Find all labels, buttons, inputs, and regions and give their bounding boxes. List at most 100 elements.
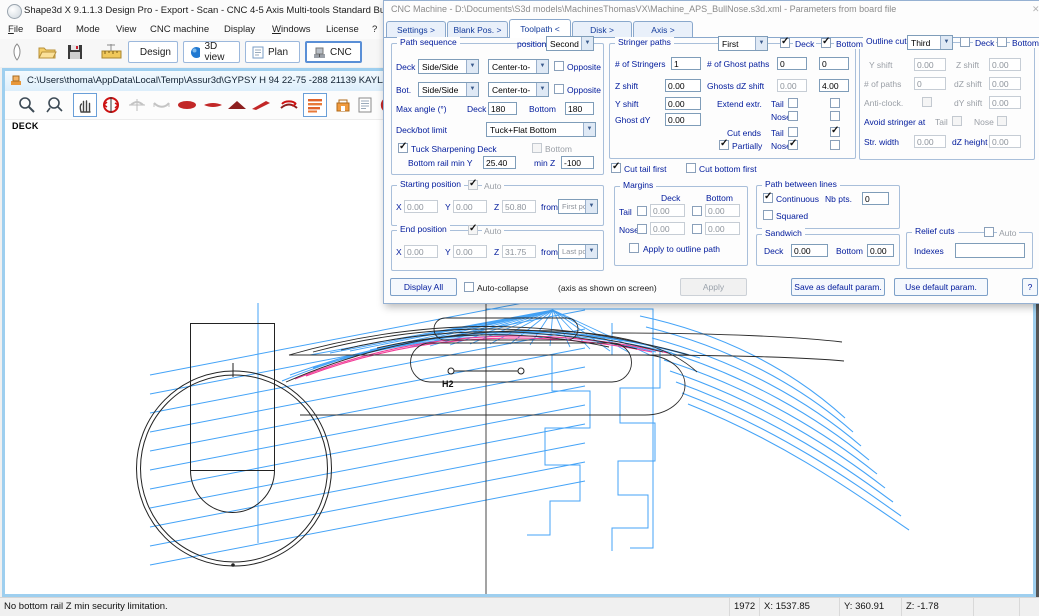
limit-select[interactable]: Tuck+Flat Bottom▼: [486, 122, 596, 137]
rail-min-y-field[interactable]: [483, 156, 516, 169]
thickness-view-icon[interactable]: [225, 93, 249, 117]
dz-height-field[interactable]: [989, 135, 1021, 148]
anticlock-checkbox[interactable]: [922, 97, 932, 107]
new-board-icon[interactable]: [6, 42, 28, 62]
help-button[interactable]: ?: [1022, 278, 1038, 296]
spec-sheet-icon[interactable]: [353, 93, 377, 117]
tuck-sharpening-checkbox[interactable]: [398, 143, 408, 153]
ghost-dz-bottom-field[interactable]: [819, 79, 849, 92]
relief-auto-checkbox[interactable]: [984, 227, 994, 237]
start-y-field[interactable]: [453, 200, 487, 213]
start-z-field[interactable]: [502, 200, 536, 213]
cut-tail-deck-checkbox[interactable]: [788, 127, 798, 137]
measure-icon[interactable]: [100, 42, 122, 62]
end-auto-checkbox[interactable]: [468, 225, 478, 235]
menu-view[interactable]: View: [116, 24, 136, 35]
menu-board[interactable]: Board: [36, 24, 61, 35]
extend-tail-bottom-checkbox[interactable]: [830, 98, 840, 108]
outline-paths-field[interactable]: [914, 77, 946, 90]
flip-vertical-icon[interactable]: [149, 93, 173, 117]
menu-help[interactable]: ?: [372, 24, 377, 35]
rotate-board-icon[interactable]: [277, 93, 301, 117]
cut-nose-deck-checkbox[interactable]: [788, 140, 798, 150]
position-select[interactable]: Second▼: [546, 36, 594, 51]
nb-pts-field[interactable]: [862, 192, 889, 205]
min-z-field[interactable]: [561, 156, 594, 169]
use-default-button[interactable]: Use default param.: [894, 278, 988, 296]
menu-cnc-machine[interactable]: CNC machine: [150, 24, 209, 35]
margin-nose-bottom-checkbox[interactable]: [692, 224, 702, 234]
outline-bottom-checkbox[interactable]: [997, 37, 1007, 47]
open-folder-icon[interactable]: [36, 42, 58, 62]
apply-outline-checkbox[interactable]: [629, 243, 639, 253]
bot-opposite-checkbox[interactable]: [554, 84, 564, 94]
tab-disk[interactable]: Disk >: [572, 21, 632, 37]
rocker-view-icon[interactable]: [249, 93, 273, 117]
end-z-field[interactable]: [502, 245, 536, 258]
y-shift-field[interactable]: [665, 97, 701, 110]
max-angle-bottom-field[interactable]: [565, 102, 594, 115]
outline-order-select[interactable]: Third▼: [907, 35, 953, 50]
rotate-view-icon[interactable]: [99, 93, 123, 117]
ghost-paths-bottom-field[interactable]: [819, 57, 849, 70]
start-from-select[interactable]: First point▼: [558, 199, 598, 214]
outline-dz-shift-field[interactable]: [989, 77, 1021, 90]
margin-tail-deck-checkbox[interactable]: [637, 206, 647, 216]
outline-view-icon[interactable]: [175, 93, 199, 117]
cut-tail-first-checkbox[interactable]: [611, 163, 621, 173]
slices-view-icon[interactable]: [303, 93, 327, 117]
avoid-nose-checkbox[interactable]: [997, 116, 1007, 126]
outline-deck-checkbox[interactable]: [960, 37, 970, 47]
zoom-out-icon[interactable]: [43, 93, 67, 117]
sandwich-bottom-field[interactable]: [867, 244, 894, 257]
extend-tail-deck-checkbox[interactable]: [788, 98, 798, 108]
stringer-order-select[interactable]: First▼: [718, 36, 768, 51]
margin-nose-deck-checkbox[interactable]: [637, 224, 647, 234]
deck-opposite-checkbox[interactable]: [554, 61, 564, 71]
margin-tail-bottom-checkbox[interactable]: [692, 206, 702, 216]
menu-mode[interactable]: Mode: [76, 24, 100, 35]
3d-view-button[interactable]: 3D view: [183, 41, 240, 63]
menu-file[interactable]: File: [8, 24, 23, 35]
menu-license[interactable]: License: [326, 24, 359, 35]
design-button[interactable]: Design: [128, 41, 178, 63]
plan-button[interactable]: Plan: [245, 41, 300, 63]
avoid-tail-checkbox[interactable]: [952, 116, 962, 126]
ghost-paths-deck-field[interactable]: [777, 57, 807, 70]
stringer-deck-checkbox[interactable]: [780, 38, 790, 48]
margin-nose-bottom-field[interactable]: [705, 222, 740, 235]
extend-nose-deck-checkbox[interactable]: [788, 111, 798, 121]
apply-button[interactable]: Apply: [680, 278, 747, 296]
start-x-field[interactable]: [404, 200, 438, 213]
z-shift-field[interactable]: [665, 79, 701, 92]
menu-display[interactable]: Display: [224, 24, 255, 35]
cnc-button[interactable]: CNC: [305, 41, 362, 63]
str-width-field[interactable]: [914, 135, 946, 148]
end-x-field[interactable]: [404, 245, 438, 258]
outline-y-shift-field[interactable]: [914, 58, 946, 71]
profile-view-icon[interactable]: [201, 93, 225, 117]
margin-tail-deck-field[interactable]: [650, 204, 685, 217]
end-y-field[interactable]: [453, 245, 487, 258]
cut-bottom-first-checkbox[interactable]: [686, 163, 696, 173]
continuous-checkbox[interactable]: [763, 193, 773, 203]
start-auto-checkbox[interactable]: [468, 180, 478, 190]
margin-nose-deck-field[interactable]: [650, 222, 685, 235]
flip-horizontal-icon[interactable]: [125, 93, 149, 117]
save-default-button[interactable]: Save as default param.: [791, 278, 885, 296]
bot-mode-select[interactable]: Side/Side▼: [418, 82, 479, 97]
sandwich-deck-field[interactable]: [791, 244, 828, 257]
auto-collapse-checkbox[interactable]: [464, 282, 474, 292]
max-angle-deck-field[interactable]: [488, 102, 517, 115]
pan-hand-icon[interactable]: [73, 93, 97, 117]
margin-tail-bottom-field[interactable]: [705, 204, 740, 217]
stringer-bottom-checkbox[interactable]: [821, 38, 831, 48]
cut-nose-bottom-checkbox[interactable]: [830, 140, 840, 150]
cut-tail-bottom-checkbox[interactable]: [830, 127, 840, 137]
tuck-bottom-checkbox[interactable]: [532, 143, 542, 153]
tab-axis[interactable]: Axis >: [633, 21, 693, 37]
outline-dy-shift-field[interactable]: [989, 96, 1021, 109]
zoom-in-icon[interactable]: [15, 93, 39, 117]
display-all-button[interactable]: Display All: [390, 278, 457, 296]
outline-z-shift-field[interactable]: [989, 58, 1021, 71]
